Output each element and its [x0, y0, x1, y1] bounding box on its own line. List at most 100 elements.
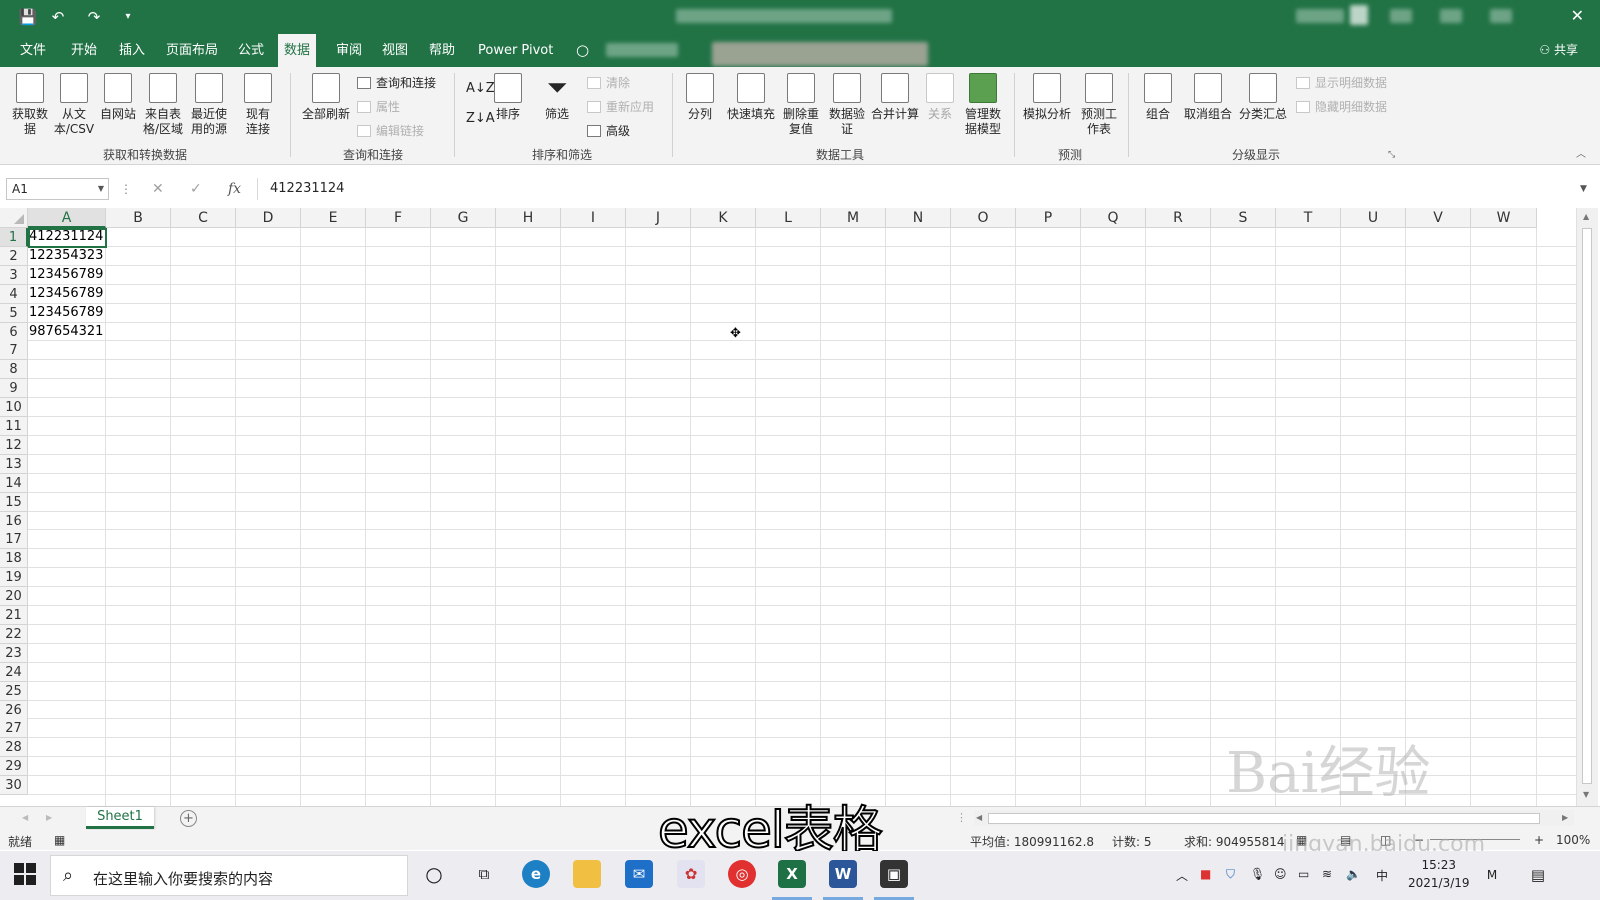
cortana-icon[interactable]: ○ [420, 860, 448, 888]
netease-music-icon[interactable]: ◎ [728, 860, 756, 888]
filter-button[interactable]: ⏷ 筛选 [540, 73, 574, 122]
get-data-button[interactable]: 获取数据 [8, 73, 52, 137]
column-header-a[interactable]: A [28, 208, 106, 228]
row-header-17[interactable]: 17 [0, 530, 28, 550]
column-header-p[interactable]: P [1016, 208, 1081, 228]
recent-sources-button[interactable]: 最近使用的源 [187, 73, 231, 137]
column-header-l[interactable]: L [756, 208, 821, 228]
row-header-12[interactable]: 12 [0, 435, 28, 455]
column-header-g[interactable]: G [431, 208, 496, 228]
row-header-15[interactable]: 15 [0, 492, 28, 512]
column-header-b[interactable]: B [106, 208, 171, 228]
windows-start-icon[interactable] [14, 863, 36, 885]
row-header-24[interactable]: 24 [0, 662, 28, 682]
remove-duplicates-button[interactable]: 删除重复值 [778, 73, 824, 137]
properties-button[interactable]: 属性 [357, 97, 400, 117]
relationships-button[interactable]: 关系 [922, 73, 958, 122]
row-header-13[interactable]: 13 [0, 454, 28, 474]
column-header-m[interactable]: M [821, 208, 886, 228]
vertical-scroll-thumb[interactable] [1582, 228, 1592, 784]
refresh-all-button[interactable]: 全部刷新 [297, 73, 355, 122]
minimize-icon[interactable] [1440, 9, 1462, 23]
column-header-t[interactable]: T [1276, 208, 1341, 228]
advanced-filter-button[interactable]: 高级 [587, 121, 630, 141]
edge-icon[interactable]: e [522, 860, 550, 888]
undo-icon[interactable]: ↶ [48, 7, 68, 27]
cell-a5[interactable]: 123456789 [29, 304, 106, 322]
insert-function-icon[interactable]: fx [228, 178, 241, 200]
show-detail-button[interactable]: 显示明细数据 [1296, 73, 1387, 93]
select-all-button[interactable] [0, 208, 28, 228]
save-icon[interactable]: 💾 [18, 7, 38, 27]
column-header-o[interactable]: O [951, 208, 1016, 228]
column-header-r[interactable]: R [1146, 208, 1211, 228]
dialog-launcher-icon[interactable]: ⤡ [1388, 145, 1395, 165]
horizontal-scroll-thumb[interactable] [988, 813, 1540, 824]
mail-icon[interactable]: ✉ [625, 860, 653, 888]
taskbar-search-box[interactable]: ⌕ 在这里输入你要搜索的内容 [50, 855, 408, 896]
vertical-scrollbar[interactable]: ▲ ▼ [1576, 208, 1598, 806]
from-web-button[interactable]: 自网站 [98, 73, 138, 122]
scroll-left-icon[interactable]: ◀ [976, 813, 982, 822]
expand-formula-bar-icon[interactable]: ▼ [1580, 178, 1587, 200]
row-header-19[interactable]: 19 [0, 568, 28, 588]
sort-button[interactable]: 排序 [490, 73, 526, 122]
column-header-k[interactable]: K [691, 208, 756, 228]
row-header-20[interactable]: 20 [0, 587, 28, 607]
column-header-j[interactable]: J [626, 208, 691, 228]
cancel-icon[interactable]: ✕ [152, 178, 164, 200]
worksheet-grid[interactable]: ABCDEFGHIJKLMNOPQRSTUVW 1 2 3 4 5 6 7 8 9 10 11 12 1… [0, 208, 1576, 806]
tab-page-layout[interactable]: 页面布局 [160, 34, 224, 67]
row-header-14[interactable]: 14 [0, 473, 28, 493]
tab-formulas[interactable]: 公式 [232, 34, 270, 67]
from-text-button[interactable]: 从文本/CSV [52, 73, 96, 137]
row-header-23[interactable]: 23 [0, 643, 28, 663]
column-header-q[interactable]: Q [1081, 208, 1146, 228]
tab-home[interactable]: 开始 [65, 34, 103, 67]
consolidate-button[interactable]: 合并计算 [868, 73, 922, 122]
tab-file[interactable]: 文件 [14, 34, 52, 67]
avatar[interactable] [1350, 5, 1368, 25]
qq-icon[interactable]: ☺ [1274, 867, 1287, 881]
add-sheet-icon[interactable]: + [180, 810, 197, 827]
battery-icon[interactable]: ▭ [1298, 867, 1309, 881]
video-app-icon[interactable]: ▣ [880, 860, 908, 888]
row-header-30[interactable]: 30 [0, 776, 28, 796]
tab-review[interactable]: 审阅 [330, 34, 368, 67]
hide-detail-button[interactable]: 隐藏明细数据 [1296, 97, 1387, 117]
forecast-sheet-button[interactable]: 预测工作表 [1076, 73, 1122, 137]
sheet-tab-sheet1[interactable]: Sheet1 [86, 807, 154, 829]
scroll-up-icon[interactable]: ▲ [1583, 212, 1589, 221]
queries-connections-button[interactable]: 查询和连接 [357, 73, 436, 93]
tab-data[interactable]: 数据 [278, 34, 317, 67]
row-header-27[interactable]: 27 [0, 719, 28, 739]
row-header-11[interactable]: 11 [0, 417, 28, 436]
wifi-icon[interactable]: ≋ [1322, 867, 1332, 881]
column-header-h[interactable]: H [496, 208, 561, 228]
row-header-3[interactable]: 3 [0, 265, 28, 285]
close-icon[interactable]: ✕ [1571, 6, 1584, 25]
word-icon[interactable]: W [829, 860, 857, 888]
data-validation-button[interactable]: 数据验证 [824, 73, 870, 137]
column-header-i[interactable]: I [561, 208, 626, 228]
tab-insert[interactable]: 插入 [113, 34, 151, 67]
column-header-u[interactable]: U [1341, 208, 1406, 228]
column-header-f[interactable]: F [366, 208, 431, 228]
column-header-e[interactable]: E [301, 208, 366, 228]
row-header-22[interactable]: 22 [0, 624, 28, 644]
collapse-ribbon-icon[interactable]: ︿ [1576, 145, 1586, 165]
share-button[interactable]: ⚇ 共享 [1539, 34, 1578, 67]
tab-power-pivot[interactable]: Power Pivot [472, 34, 559, 67]
chevron-down-icon[interactable]: ▼ [98, 179, 104, 199]
file-explorer-icon[interactable] [573, 860, 601, 888]
splitter-icon[interactable]: ⋮ [956, 811, 967, 824]
column-header-v[interactable]: V [1406, 208, 1471, 228]
zoom-level[interactable]: 100% [1556, 833, 1590, 847]
customize-qat-icon[interactable]: ▾ [118, 7, 138, 27]
column-header-w[interactable]: W [1471, 208, 1537, 228]
edit-links-button[interactable]: 编辑链接 [357, 121, 424, 141]
column-header-s[interactable]: S [1211, 208, 1276, 228]
scroll-down-icon[interactable]: ▼ [1583, 790, 1589, 799]
notification-icon[interactable]: ▤ [1526, 863, 1550, 887]
tab-view[interactable]: 视图 [376, 34, 414, 67]
